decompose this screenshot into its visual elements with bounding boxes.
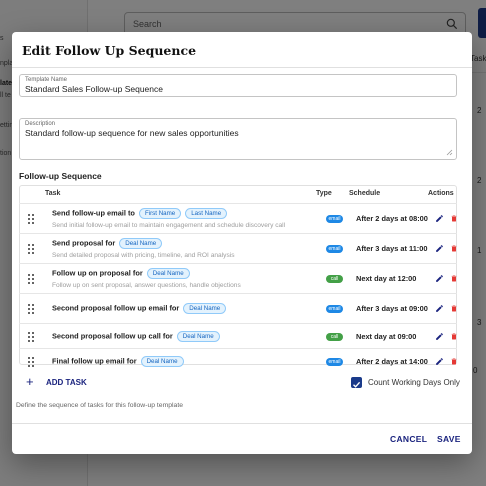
add-task-label: ADD TASK bbox=[46, 378, 87, 387]
task-row[interactable]: Send follow-up email to First Name Last Na… bbox=[19, 203, 457, 233]
variable-chip: Deal Name bbox=[140, 356, 184, 367]
task-title: Second proposal follow up email for Deal … bbox=[52, 303, 227, 314]
template-name-label: Template Name bbox=[25, 77, 68, 83]
cancel-button[interactable]: CANCEL bbox=[390, 434, 427, 444]
task-type-badge: email bbox=[326, 305, 343, 313]
task-title: Send proposal for Deal Name bbox=[52, 238, 163, 249]
task-schedule: After 3 days at 09:00 bbox=[356, 304, 428, 313]
edit-icon[interactable] bbox=[435, 244, 444, 253]
variable-chip: First Name bbox=[138, 208, 182, 219]
description-value: Standard follow-up sequence for new sale… bbox=[25, 128, 239, 138]
template-name-value: Standard Sales Follow-up Sequence bbox=[25, 84, 163, 94]
column-header-schedule: Schedule bbox=[349, 190, 381, 197]
task-type-badge: email bbox=[326, 245, 343, 253]
delete-icon[interactable] bbox=[450, 304, 458, 313]
description-label: Description bbox=[25, 121, 56, 127]
plus-icon: + bbox=[26, 374, 34, 389]
edit-icon[interactable] bbox=[435, 332, 444, 341]
helper-text: Define the sequence of tasks for this fo… bbox=[16, 402, 183, 409]
task-schedule: After 2 days at 14:00 bbox=[356, 357, 428, 366]
delete-icon[interactable] bbox=[450, 214, 458, 223]
checkmark-icon bbox=[353, 381, 361, 388]
variable-chip: Deal Name bbox=[146, 268, 190, 279]
task-type-badge: call bbox=[326, 275, 343, 283]
task-title-text: Final follow up email for bbox=[52, 356, 137, 366]
variable-chip: Last Name bbox=[185, 208, 228, 219]
drag-handle-icon[interactable] bbox=[28, 304, 35, 314]
drag-handle-icon[interactable] bbox=[28, 357, 35, 367]
task-description: Follow up on sent proposal, answer quest… bbox=[52, 282, 241, 289]
task-title: Final follow up email for Deal Name bbox=[52, 356, 184, 367]
task-title-text: Follow up on proposal for bbox=[52, 268, 143, 278]
task-type-badge: email bbox=[326, 358, 343, 366]
task-row[interactable]: Second proposal follow up email for Deal … bbox=[19, 293, 457, 323]
task-row[interactable]: Second proposal follow up call for Deal N… bbox=[19, 323, 457, 348]
variable-chip: Deal Name bbox=[183, 303, 227, 314]
template-name-field[interactable]: Template Name Standard Sales Follow-up S… bbox=[19, 74, 457, 97]
drag-handle-icon[interactable] bbox=[28, 274, 35, 284]
save-button[interactable]: SAVE bbox=[437, 434, 461, 444]
count-working-days-checkbox[interactable] bbox=[351, 377, 362, 388]
task-schedule: Next day at 09:00 bbox=[356, 332, 417, 341]
task-schedule: After 3 days at 11:00 bbox=[356, 244, 428, 253]
task-schedule: After 2 days at 08:00 bbox=[356, 214, 428, 223]
task-title-text: Send proposal for bbox=[52, 238, 116, 248]
edit-icon[interactable] bbox=[435, 304, 444, 313]
column-header-actions: Actions bbox=[428, 190, 454, 197]
edit-icon[interactable] bbox=[435, 357, 444, 366]
task-description: Send initial follow-up email to maintain… bbox=[52, 222, 286, 229]
task-title-text: Second proposal follow up call for bbox=[52, 331, 173, 341]
delete-icon[interactable] bbox=[450, 244, 458, 253]
edit-icon[interactable] bbox=[435, 274, 444, 283]
task-title-text: Send follow-up email to bbox=[52, 208, 135, 218]
sequence-section-title: Follow-up Sequence bbox=[19, 171, 102, 181]
delete-icon[interactable] bbox=[450, 274, 458, 283]
drag-handle-icon[interactable] bbox=[28, 214, 35, 224]
variable-chip: Deal Name bbox=[119, 238, 163, 249]
dialog-title: Edit Follow Up Sequence bbox=[22, 43, 197, 58]
task-row[interactable]: Follow up on proposal for Deal Name Follow… bbox=[19, 263, 457, 293]
edit-icon[interactable] bbox=[435, 214, 444, 223]
drag-handle-icon[interactable] bbox=[28, 332, 35, 342]
task-title: Follow up on proposal for Deal Name bbox=[52, 268, 190, 279]
drag-handle-icon[interactable] bbox=[28, 244, 35, 254]
resize-grip-icon[interactable] bbox=[446, 149, 453, 156]
column-header-task: Task bbox=[45, 190, 61, 197]
task-type-badge: call bbox=[326, 333, 343, 341]
task-row[interactable]: Final follow up email for Deal Name email A… bbox=[19, 348, 457, 373]
edit-sequence-dialog: Edit Follow Up Sequence Template Name St… bbox=[12, 32, 472, 454]
task-title: Send follow-up email to First Name Last Na… bbox=[52, 208, 228, 219]
delete-icon[interactable] bbox=[450, 332, 458, 341]
task-schedule: Next day at 12:00 bbox=[356, 274, 417, 283]
count-working-days-label: Count Working Days Only bbox=[368, 378, 460, 387]
task-title-text: Second proposal follow up email for bbox=[52, 303, 180, 313]
delete-icon[interactable] bbox=[450, 357, 458, 366]
divider bbox=[12, 67, 472, 68]
description-field[interactable]: Description Standard follow-up sequence … bbox=[19, 118, 457, 160]
task-row[interactable]: Send proposal for Deal Name Send detailed … bbox=[19, 233, 457, 263]
divider bbox=[12, 423, 472, 424]
task-type-badge: email bbox=[326, 215, 343, 223]
column-header-type: Type bbox=[316, 190, 332, 197]
variable-chip: Deal Name bbox=[176, 331, 220, 342]
task-description: Send detailed proposal with pricing, tim… bbox=[52, 252, 235, 259]
task-title: Second proposal follow up call for Deal N… bbox=[52, 331, 220, 342]
